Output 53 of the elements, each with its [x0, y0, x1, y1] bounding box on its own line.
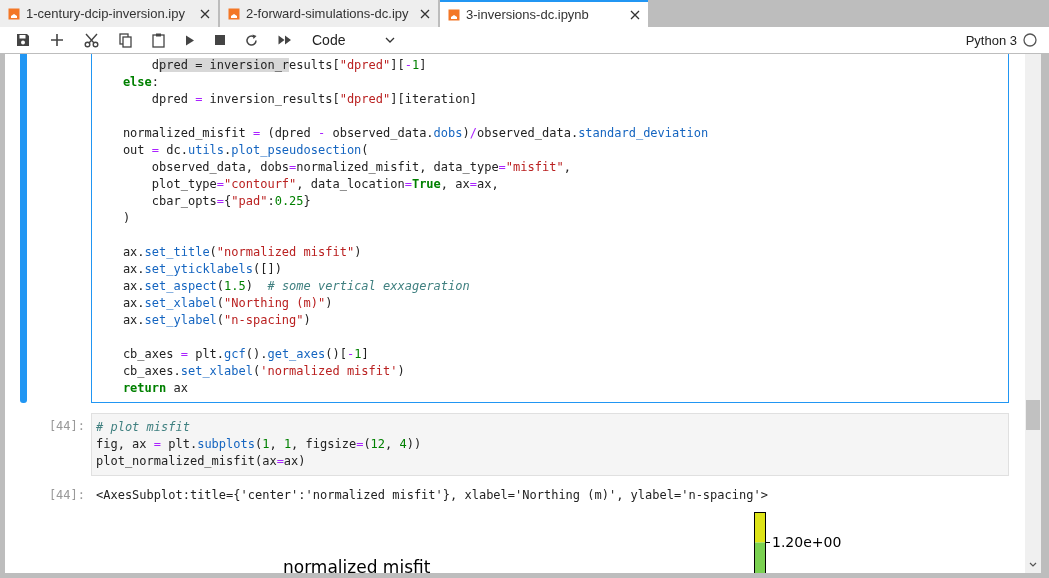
code-line: dpred = inversion_results["dpred"][iteration] — [150, 91, 478, 108]
scroll-down-icon[interactable] — [1029, 562, 1037, 567]
code-line: ) — [121, 210, 132, 227]
execution-count: [44]: — [48, 488, 85, 502]
save-icon[interactable] — [16, 33, 30, 47]
code-line: dpred = inversion_results["dpred"][-1] — [150, 57, 428, 74]
clipboard-icon[interactable] — [152, 32, 165, 48]
caret-icon — [385, 37, 396, 43]
cell-collapser[interactable] — [20, 54, 27, 403]
code-line: ax.set_yticklabels([]) — [121, 261, 283, 278]
kernel-name[interactable]: Python 3 — [965, 32, 1017, 48]
output-text: <AxesSubplot:title={'center':'normalized misfit'}, xlabel='Northing (m)', ylabel='n-spacing'> — [95, 487, 769, 504]
code-line: out = dc.utils.plot_pseudosection( — [121, 142, 370, 159]
colorbar-tick-label: 1.20e+00 — [772, 534, 842, 550]
code-line: plot_normalized_misfit(ax=ax) — [96, 453, 307, 470]
tick-mark — [766, 541, 770, 543]
run-icon[interactable] — [185, 34, 195, 46]
cell-type-dropdown[interactable]: Code — [308, 32, 400, 48]
code-line: ax.set_aspect(1.5) # some vertical exxageration — [121, 278, 471, 295]
code-line: cbar_opts={"pad":0.25} — [150, 193, 312, 210]
copy-icon[interactable] — [119, 32, 132, 48]
notebook-tab[interactable]: 2-forward-simulations-dc.ipy — [220, 0, 438, 27]
code-line: plot_type="contourf", data_location=True, ax=ax, — [150, 176, 500, 193]
close-icon[interactable] — [200, 8, 210, 19]
code-line: cb_axes = plt.gcf().get_axes()[-1] — [121, 346, 370, 363]
code-line: ax.set_xlabel("Northing (m)") — [121, 295, 334, 312]
scrollbar-thumb[interactable] — [1026, 400, 1040, 430]
code-line: return ax — [121, 380, 189, 397]
notebook-tab[interactable]: 3-inversions-dc.ipynb — [440, 0, 648, 27]
code-line: ax.set_ylabel("n-spacing") — [121, 312, 312, 329]
notebook-icon — [448, 8, 460, 21]
code-line: normalized_misfit = (dpred - observed_data.dobs)/observed_data.standard_deviation — [121, 125, 710, 142]
code-line: ax.set_title("normalized misfit") — [121, 244, 363, 261]
execution-count: [44]: — [48, 419, 85, 433]
code-line: fig, ax = plt.subplots(1, 1, figsize=(12, 4)) — [96, 436, 423, 453]
notebook-tab[interactable]: 1-century-dcip-inversion.ipy — [0, 0, 218, 27]
colorbar — [754, 512, 766, 573]
close-icon[interactable] — [420, 8, 430, 19]
fast-forward-icon[interactable] — [278, 35, 292, 45]
add-icon[interactable] — [50, 33, 64, 47]
code-editor[interactable]: # plot misfit fig, ax = plt.subplots(1, 1, figsize=(12, 4)) plot_normalized_misfit(ax=ax) — [91, 413, 1009, 476]
restart-icon[interactable] — [245, 33, 258, 47]
scrollbar-track[interactable] — [1025, 54, 1041, 573]
code-line: observed_data, dobs=normalized_misfit, data_type="misfit", — [150, 159, 572, 176]
plot-title: normalized misfit — [283, 557, 431, 573]
code-line: cb_axes.set_xlabel('normalized misfit') — [121, 363, 406, 380]
notebook-icon — [228, 7, 240, 20]
code-line: else: — [121, 74, 161, 91]
code-line: # plot misfit — [96, 419, 191, 436]
notebook-icon — [8, 7, 20, 20]
cut-icon[interactable] — [84, 32, 99, 48]
code-editor[interactable] — [91, 54, 1009, 403]
close-icon[interactable] — [630, 9, 640, 20]
